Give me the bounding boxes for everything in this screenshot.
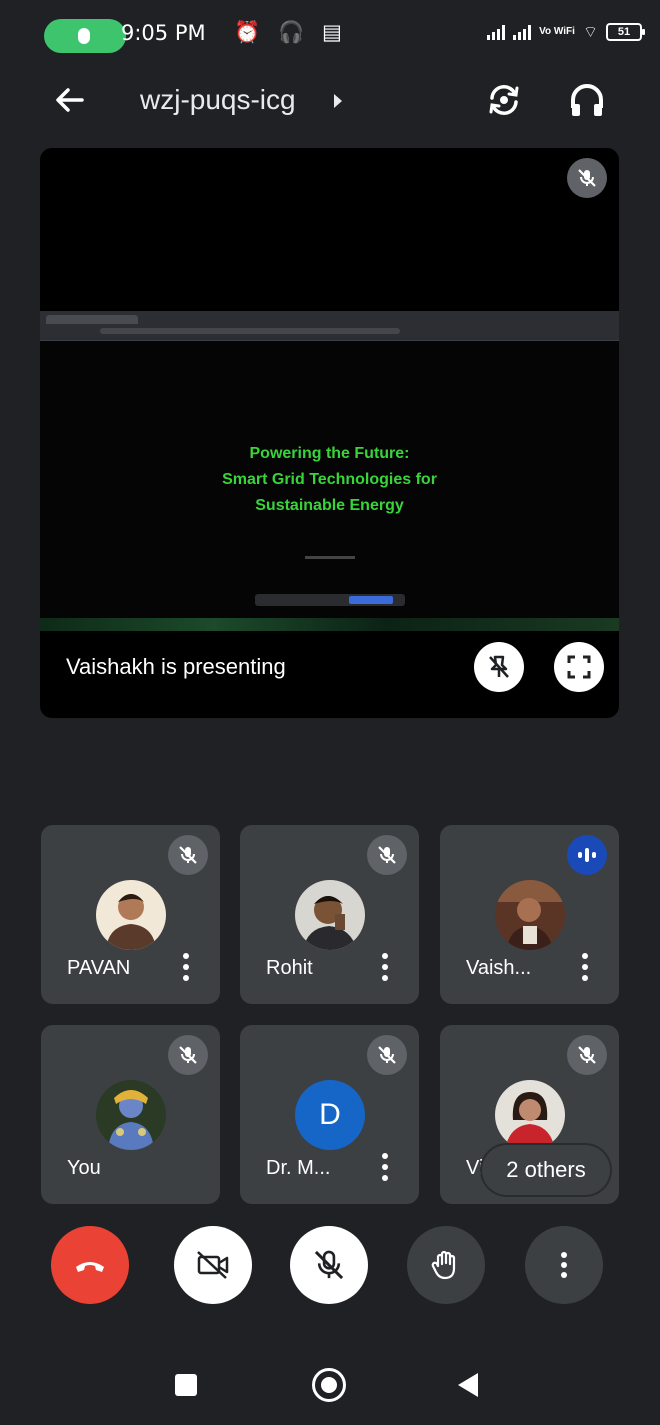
slide-subtitle	[305, 556, 355, 559]
fullscreen-icon	[567, 655, 591, 679]
caret-right-icon[interactable]	[334, 94, 342, 108]
clock: 9:05 PM	[121, 21, 206, 45]
muted-badge	[367, 1035, 407, 1075]
raise-hand-button[interactable]	[407, 1226, 485, 1304]
avatar	[96, 880, 166, 950]
avatar	[96, 1080, 166, 1150]
mic-off-icon	[314, 1250, 344, 1280]
meeting-code[interactable]: wzj-puqs-icg	[140, 84, 296, 116]
camera-toggle-button[interactable]	[174, 1226, 252, 1304]
participant-name: PAVAN	[67, 957, 131, 979]
system-indicators: Vo WiFi ⌔ 51	[487, 22, 645, 42]
mic-off-icon	[578, 1046, 596, 1064]
participant-tile[interactable]: You	[41, 1025, 220, 1204]
shared-browser-tab	[46, 315, 138, 324]
meeting-app-bar: wzj-puqs-icg	[0, 62, 660, 142]
shared-taskbar	[40, 618, 619, 631]
muted-badge	[168, 1035, 208, 1075]
vowifi-label: Vo WiFi	[539, 26, 575, 37]
participant-name: Rohit	[266, 957, 313, 979]
mic-off-icon	[179, 1046, 197, 1064]
home-button[interactable]	[312, 1368, 346, 1402]
mic-active-indicator[interactable]	[44, 19, 126, 53]
unpin-icon	[489, 655, 509, 678]
phone-hangup-icon	[76, 1262, 104, 1272]
fullscreen-button[interactable]	[554, 642, 604, 692]
participant-menu-button[interactable]	[377, 949, 393, 985]
mic-toggle-button[interactable]	[290, 1226, 368, 1304]
participant-menu-button[interactable]	[377, 1149, 393, 1185]
more-vert-icon	[561, 1252, 567, 1278]
participant-name: Vaish...	[466, 957, 532, 979]
battery-level: 51	[617, 26, 631, 38]
slide-title: Powering the Future: Smart Grid Technolo…	[40, 441, 619, 519]
screen-share-banner	[255, 594, 405, 606]
battery-icon: 51	[606, 23, 645, 41]
status-bar: 9:05 PM ⏰ 🎧 ▤ Vo WiFi ⌔ 51	[0, 0, 660, 62]
slide-title-line: Sustainable Energy	[255, 497, 404, 514]
others-button[interactable]: 2 others	[482, 1145, 610, 1195]
back-arrow-icon[interactable]	[48, 78, 92, 122]
camera-off-icon	[197, 1251, 229, 1279]
avatar: D	[295, 1080, 365, 1150]
slide-title-line: Smart Grid Technologies for	[222, 471, 437, 488]
notification-icons: ⏰ 🎧 ▤	[234, 21, 348, 44]
slide-title-line: Powering the Future:	[249, 445, 410, 462]
signal-icon	[487, 24, 506, 40]
muted-badge	[168, 835, 208, 875]
more-options-button[interactable]	[525, 1226, 603, 1304]
presentation-tile[interactable]: Powering the Future: Smart Grid Technolo…	[40, 148, 619, 718]
mic-off-icon	[179, 846, 197, 864]
participant-menu-button[interactable]	[577, 949, 593, 985]
unpin-button[interactable]	[474, 642, 524, 692]
leave-call-button[interactable]	[51, 1226, 129, 1304]
mic-off-icon	[378, 1046, 396, 1064]
participant-name: You	[67, 1157, 101, 1179]
signal-icon-2	[513, 24, 532, 40]
participant-name: Vi	[466, 1157, 484, 1179]
shared-browser-url	[100, 328, 400, 334]
back-button[interactable]	[458, 1373, 478, 1397]
participant-tile[interactable]: Vaish...	[440, 825, 619, 1004]
stop-sharing-button	[349, 596, 393, 604]
system-navigation-bar	[0, 1340, 660, 1425]
participant-name: Dr. M...	[266, 1157, 331, 1179]
avatar	[495, 880, 565, 950]
participant-tile[interactable]: Rohit	[240, 825, 419, 1004]
shared-browser-toolbar	[40, 311, 619, 341]
avatar	[495, 1080, 565, 1150]
shared-screen: Powering the Future: Smart Grid Technolo…	[40, 311, 619, 631]
mic-off-icon	[378, 846, 396, 864]
participant-menu-button[interactable]	[178, 949, 194, 985]
mic-icon	[78, 28, 90, 44]
recents-button[interactable]	[175, 1374, 197, 1396]
headphones-icon[interactable]	[567, 80, 607, 120]
switch-camera-icon[interactable]	[484, 80, 524, 120]
muted-badge	[367, 835, 407, 875]
speaking-indicator	[567, 835, 607, 875]
muted-badge	[567, 1035, 607, 1075]
participant-tile[interactable]: D Dr. M...	[240, 1025, 419, 1204]
avatar	[295, 880, 365, 950]
participant-tile[interactable]: PAVAN	[41, 825, 220, 1004]
hand-icon	[431, 1250, 456, 1280]
presentation-muted-badge	[567, 158, 607, 198]
wifi-icon: ⌔	[582, 24, 598, 41]
mic-off-icon	[578, 169, 596, 187]
presenting-label: Vaishakh is presenting	[66, 654, 286, 679]
